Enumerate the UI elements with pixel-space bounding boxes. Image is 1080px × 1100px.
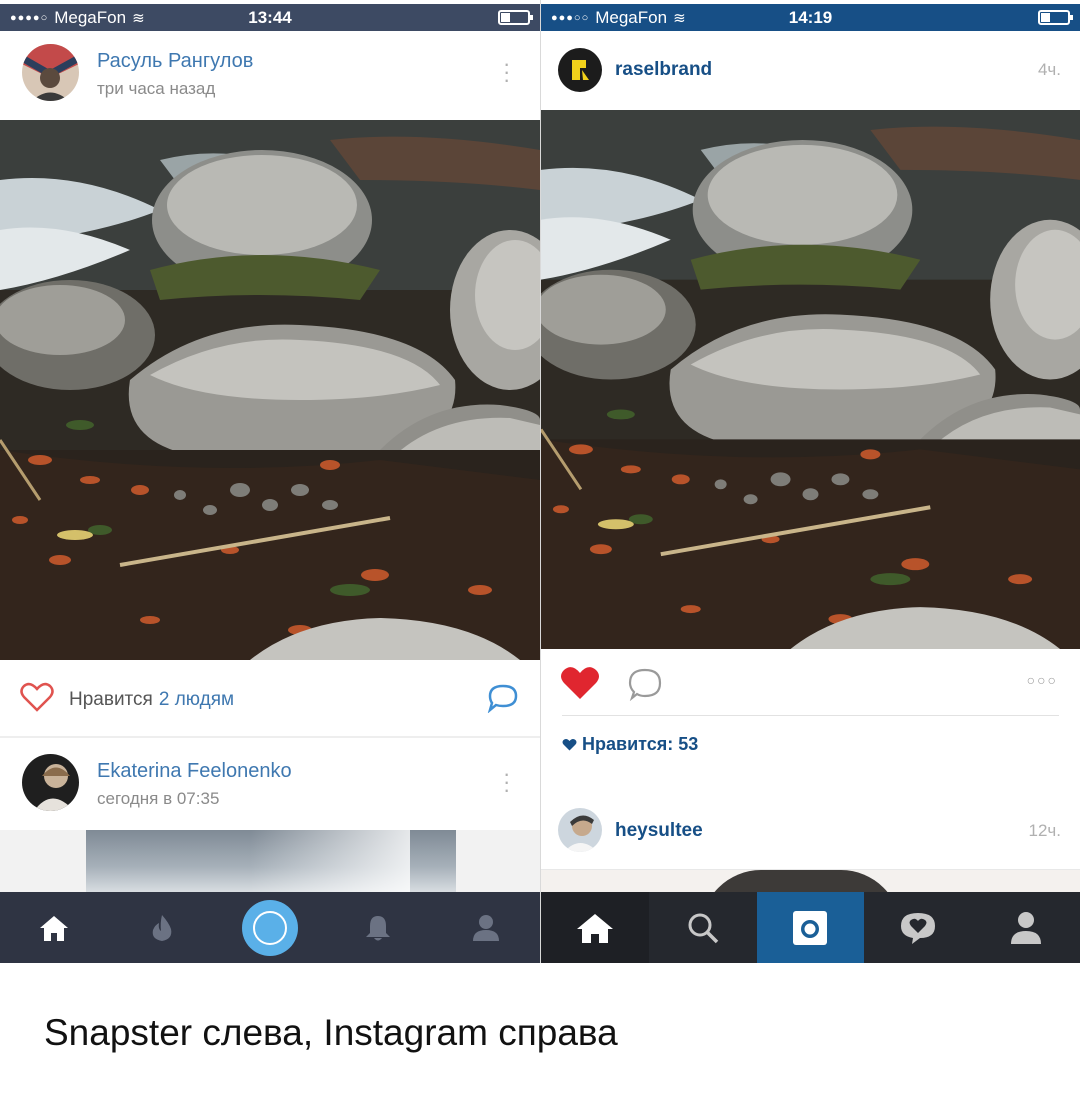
activity-icon — [901, 912, 936, 944]
camera-icon[interactable] — [242, 899, 298, 956]
tab-search[interactable] — [649, 892, 757, 963]
likes-label: Нравится — [69, 689, 153, 710]
avatar[interactable] — [22, 754, 79, 811]
camera-icon — [793, 910, 828, 945]
signal-icon: ●●●○○ — [551, 11, 590, 24]
comment-icon[interactable] — [627, 667, 663, 706]
tab-camera[interactable] — [216, 892, 324, 963]
tab-home[interactable] — [541, 892, 649, 963]
next-post-author[interactable]: heysultee — [615, 820, 703, 842]
fire-icon — [152, 914, 172, 941]
tab-bar — [541, 892, 1080, 963]
post-age: 4ч. — [1037, 60, 1061, 79]
more-options-icon[interactable]: · · · — [503, 763, 510, 801]
next-post-photo[interactable] — [541, 870, 1080, 892]
wifi-icon: ≋ — [132, 9, 145, 27]
next-post-time: сегодня в 07:35 — [97, 789, 220, 808]
post-author[interactable]: raselbrand — [615, 59, 712, 81]
battery-icon — [1038, 10, 1073, 25]
tab-activity[interactable] — [864, 892, 972, 963]
tab-bar — [0, 892, 540, 963]
tab-profile[interactable] — [972, 892, 1080, 963]
more-options-icon[interactable]: · · · — [503, 53, 510, 91]
like-icon[interactable] — [20, 682, 54, 717]
tab-notifications[interactable] — [324, 892, 432, 963]
status-bar: ●●●●○ MegaFon ≋ 13:44 — [0, 4, 540, 31]
wifi-icon: ≋ — [673, 9, 686, 27]
profile-icon — [1011, 911, 1042, 944]
snapster-screen: ●●●●○ MegaFon ≋ 13:44 Расуль Рангулов тр… — [0, 0, 540, 963]
carrier-name: MegaFon — [54, 7, 127, 27]
divider — [0, 736, 540, 738]
home-icon — [576, 913, 613, 943]
search-icon — [688, 913, 718, 943]
instagram-screen: ●●●○○ MegaFon ≋ 14:19 raselbrand 4ч. ○○○… — [541, 0, 1080, 963]
likes-label: Нравится: 53 — [582, 734, 699, 754]
more-options-icon[interactable]: ○○○ — [1027, 672, 1058, 688]
status-time: 13:44 — [248, 7, 292, 27]
comment-icon[interactable] — [487, 683, 519, 718]
tab-profile[interactable] — [432, 892, 540, 963]
next-post-age: 12ч. — [1028, 821, 1062, 840]
avatar[interactable] — [22, 44, 79, 101]
signal-icon: ●●●●○ — [10, 11, 49, 24]
tab-popular[interactable] — [108, 892, 216, 963]
likes-count-link[interactable]: 2 людям — [159, 689, 234, 711]
post-photo[interactable] — [541, 110, 1080, 649]
tab-home[interactable] — [0, 892, 108, 963]
status-time: 14:19 — [788, 7, 833, 27]
profile-icon — [473, 914, 499, 941]
home-icon — [40, 915, 68, 941]
next-post-photo[interactable] — [0, 830, 540, 892]
brand-logo-avatar[interactable] — [558, 48, 602, 92]
likes-summary: Нравится 2 людям — [69, 689, 234, 711]
bell-icon — [366, 915, 390, 940]
carrier-name: MegaFon — [595, 7, 668, 27]
battery-icon — [498, 10, 533, 25]
carrier: ●●●●○ MegaFon ≋ — [10, 8, 145, 28]
tab-camera[interactable] — [756, 892, 865, 963]
post-time: три часа назад — [97, 79, 216, 98]
status-bar: ●●●○○ MegaFon ≋ 14:19 — [541, 4, 1080, 31]
likes-count[interactable]: Нравится: 53 — [562, 734, 698, 755]
post-author[interactable]: Расуль Рангулов — [97, 50, 253, 73]
avatar[interactable] — [558, 808, 602, 852]
small-heart-icon — [562, 738, 577, 751]
next-post-author[interactable]: Ekaterina Feelonenko — [97, 760, 292, 783]
carrier: ●●●○○ MegaFon ≋ — [551, 8, 686, 28]
post-photo[interactable] — [0, 120, 540, 660]
caption: Snapster слева, Instagram справа — [44, 1012, 618, 1053]
divider — [562, 715, 1059, 716]
like-heart-icon[interactable] — [560, 665, 600, 706]
